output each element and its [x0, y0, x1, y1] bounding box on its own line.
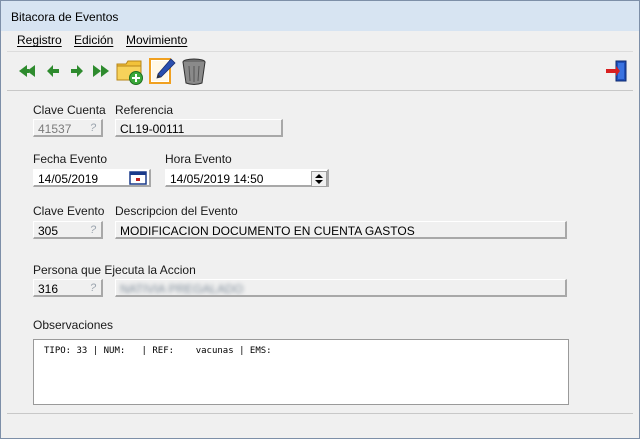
persona-name-field: NATIVIA PREGALADO — [115, 279, 567, 297]
descripcion-label: Descripcion del Evento — [115, 204, 238, 218]
hora-evento-field[interactable]: 14/05/2019 14:50 — [165, 169, 329, 187]
calendar-button[interactable] — [129, 171, 147, 185]
toolbar — [7, 51, 633, 91]
exit-button[interactable] — [603, 58, 629, 84]
new-record-button[interactable] — [115, 55, 145, 87]
referencia-field[interactable]: CL19-00111 — [115, 119, 283, 137]
title-bar[interactable]: Bitacora de Eventos — [1, 1, 639, 31]
menu-edicion[interactable]: Edición — [74, 33, 113, 47]
bitacora-window: Bitacora de Eventos Registro Edición Mov… — [0, 0, 640, 439]
persona-name-value: NATIVIA PREGALADO — [120, 282, 244, 296]
referencia-label: Referencia — [115, 103, 174, 117]
observaciones-textarea[interactable]: TIPO: 33 | NUM: | REF: vacunas | EMS: — [33, 339, 569, 405]
persona-label: Persona que Ejecuta la Accion — [33, 263, 196, 277]
spin-up-down-icon — [315, 174, 323, 184]
clave-evento-label: Clave Evento — [33, 204, 105, 218]
clave-cuenta-lookup-icon[interactable]: ? — [83, 121, 103, 135]
first-record-icon — [19, 65, 35, 77]
clave-evento-lookup-icon[interactable]: ? — [83, 223, 103, 237]
hora-evento-label: Hora Evento — [165, 152, 232, 166]
previous-record-button[interactable] — [41, 58, 65, 84]
next-record-icon — [71, 65, 83, 77]
fecha-evento-label: Fecha Evento — [33, 152, 108, 166]
menu-bar: Registro Edición Movimiento — [7, 31, 633, 50]
window-title: Bitacora de Eventos — [11, 10, 119, 24]
trash-icon — [182, 58, 206, 85]
next-record-button[interactable] — [65, 58, 89, 84]
menu-registro[interactable]: Registro — [17, 33, 62, 47]
descripcion-field[interactable]: MODIFICACION DOCUMENTO EN CUENTA GASTOS — [115, 221, 567, 239]
persona-lookup-icon[interactable]: ? — [83, 281, 103, 295]
last-record-button[interactable] — [89, 58, 113, 84]
clave-cuenta-label: Clave Cuenta — [33, 103, 106, 117]
delete-record-button[interactable] — [179, 55, 209, 87]
form-panel: Clave Cuenta 41537 ? Referencia CL19-001… — [7, 91, 633, 411]
first-record-button[interactable] — [15, 58, 39, 84]
status-bar — [7, 413, 633, 434]
calendar-icon — [129, 171, 147, 185]
edit-document-icon — [149, 58, 176, 84]
exit-door-icon — [606, 60, 627, 82]
edit-record-button[interactable] — [147, 55, 177, 87]
menu-movimiento[interactable]: Movimiento — [126, 33, 187, 47]
previous-record-icon — [47, 65, 59, 77]
hora-evento-spinner[interactable] — [311, 171, 327, 187]
new-folder-icon — [116, 60, 143, 85]
last-record-icon — [93, 65, 109, 77]
observaciones-label: Observaciones — [33, 318, 114, 332]
